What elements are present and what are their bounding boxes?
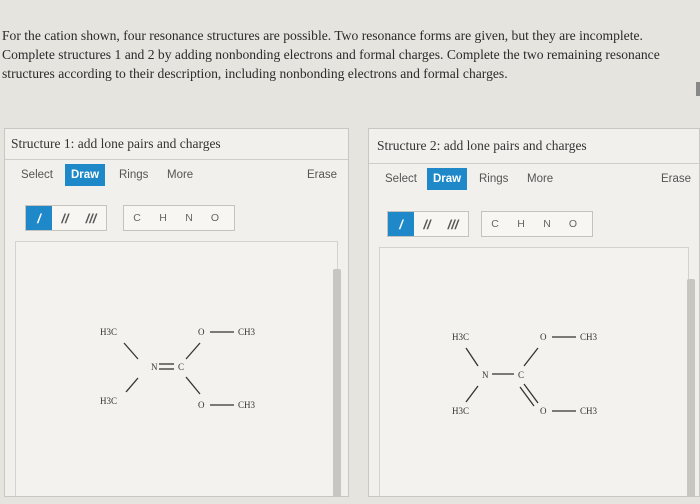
rings-tool[interactable]: Rings: [113, 164, 154, 186]
structure-2-scrollbar[interactable]: [687, 279, 695, 497]
bond-c-o-top: [523, 347, 539, 367]
single-bond-button[interactable]: /: [26, 206, 52, 230]
o-top-label: O: [198, 327, 205, 337]
h3c-top-label: H3C: [452, 332, 469, 342]
bond-c-o-bottom-double-a: [523, 383, 539, 404]
rings-tool[interactable]: Rings: [473, 168, 514, 190]
n-label: N: [151, 362, 158, 372]
atom-o-button[interactable]: O: [202, 206, 228, 230]
bond-h3c-n-top: [465, 347, 479, 367]
structure-2-panel: Structure 2: add lone pairs and charges …: [368, 128, 700, 497]
structure-1-canvas[interactable]: H3C H3C N C O CH3 O CH3: [15, 241, 338, 496]
c-label: C: [178, 362, 184, 372]
draw-tool[interactable]: Draw: [427, 168, 468, 190]
h3c-bottom-label: H3C: [452, 406, 469, 416]
question-text: For the cation shown, four resonance str…: [0, 26, 700, 83]
atom-h-button[interactable]: H: [150, 206, 176, 230]
structure-1-scrollbar[interactable]: [333, 269, 341, 497]
draw-tool[interactable]: Draw: [65, 164, 106, 186]
atom-c-button[interactable]: C: [124, 206, 150, 230]
more-tool[interactable]: More: [161, 164, 199, 186]
structure-1-molecule: H3C H3C N C O CH3 O CH3: [100, 327, 256, 410]
select-tool[interactable]: Select: [15, 164, 59, 186]
atom-selector: C H N O: [123, 205, 235, 231]
ch3-top-label: CH3: [238, 327, 256, 337]
ch3-bottom-label: CH3: [580, 406, 598, 416]
n-label: N: [482, 370, 489, 380]
atom-h-button[interactable]: H: [508, 212, 534, 236]
bond-h3c-n-top: [123, 342, 139, 360]
question-line-2: Complete structures 1 and 2 by adding no…: [2, 47, 660, 62]
scroll-edge-marker: [696, 82, 700, 96]
h3c-top-label: H3C: [100, 327, 117, 337]
ch3-top-label: CH3: [580, 332, 598, 342]
more-tool[interactable]: More: [521, 168, 559, 190]
bond-h3c-n-bottom: [465, 385, 479, 403]
bond-selector: / // ///: [25, 205, 107, 231]
h3c-bottom-label: H3C: [100, 396, 117, 406]
c-label: C: [518, 370, 524, 380]
atom-o-button[interactable]: O: [560, 212, 586, 236]
atom-n-button[interactable]: N: [176, 206, 202, 230]
erase-tool[interactable]: Erase: [301, 164, 343, 186]
question-line-1: For the cation shown, four resonance str…: [2, 28, 643, 43]
bond-c-o-bottom: [185, 376, 201, 395]
triple-bond-button[interactable]: ///: [78, 206, 104, 230]
bond-c-o-top: [185, 342, 201, 360]
atom-c-button[interactable]: C: [482, 212, 508, 236]
single-bond-button[interactable]: /: [388, 212, 414, 236]
structure-2-molecule: H3C H3C N C O CH3 O CH3: [452, 332, 598, 416]
o-top-label: O: [540, 332, 547, 342]
structure-2-title: Structure 2: add lone pairs and charges: [369, 129, 699, 164]
select-tool[interactable]: Select: [379, 168, 423, 190]
question-line-3: structures according to their descriptio…: [2, 66, 508, 81]
o-bottom-label: O: [540, 406, 547, 416]
o-bottom-label: O: [198, 400, 205, 410]
triple-bond-button[interactable]: ///: [440, 212, 466, 236]
atom-n-button[interactable]: N: [534, 212, 560, 236]
bond-selector: / // ///: [387, 211, 469, 237]
structure-1-panel: Structure 1: add lone pairs and charges …: [4, 128, 349, 497]
bond-c-o-bottom-double-b: [519, 386, 535, 407]
erase-tool[interactable]: Erase: [655, 168, 697, 190]
atom-selector: C H N O: [481, 211, 593, 237]
structure-2-canvas[interactable]: H3C H3C N C O CH3 O CH3: [379, 247, 689, 496]
double-bond-button[interactable]: //: [414, 212, 440, 236]
structure-1-toolbar: Select Draw Rings More Erase: [5, 160, 348, 190]
structure-2-toolbar: Select Draw Rings More Erase: [369, 164, 699, 194]
double-bond-button[interactable]: //: [52, 206, 78, 230]
bond-h3c-n-bottom: [125, 377, 139, 393]
ch3-bottom-label: CH3: [238, 400, 256, 410]
structure-1-title: Structure 1: add lone pairs and charges: [5, 129, 348, 160]
